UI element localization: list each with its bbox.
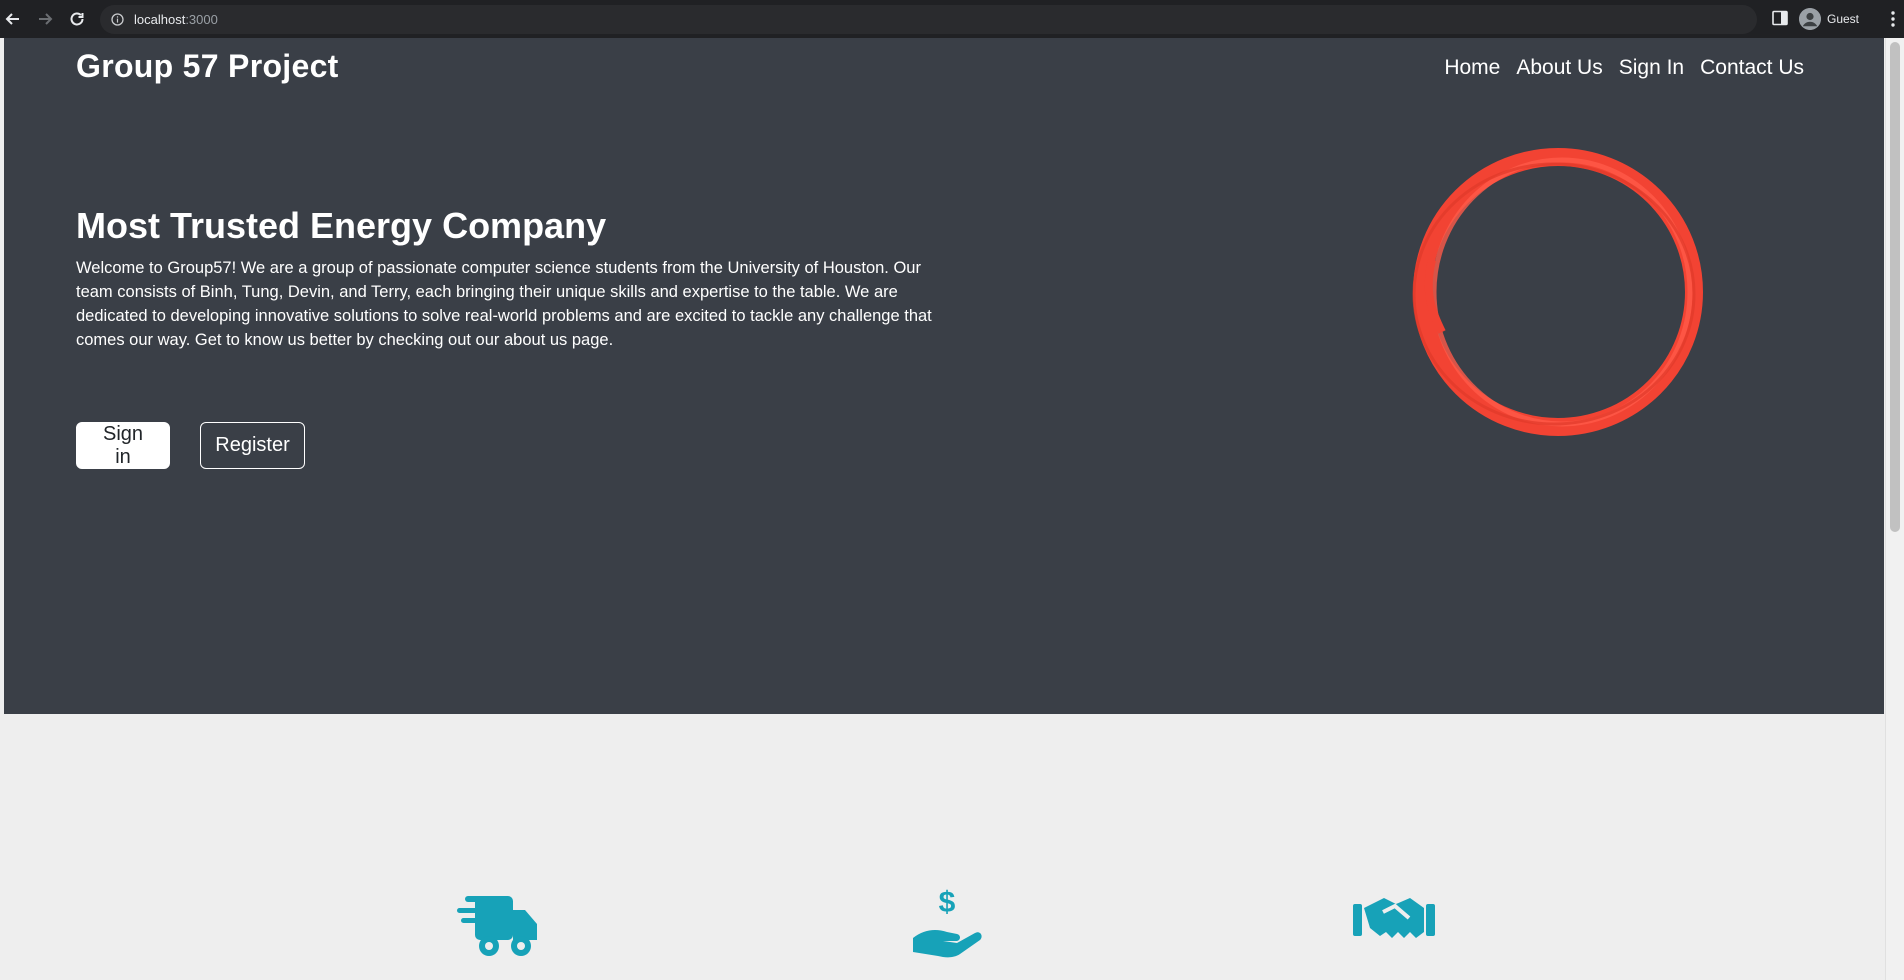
top-nav: Home About Us Sign In Contact Us [1444,56,1804,80]
handshake-icon [1353,898,1435,938]
register-button[interactable]: Register [200,422,305,469]
url-text: localhost:3000 [134,12,218,27]
nav-contact-us[interactable]: Contact Us [1700,56,1804,80]
forward-icon[interactable] [34,8,56,30]
sign-in-button[interactable]: Sign in [76,422,170,469]
svg-text:$: $ [939,886,956,919]
avatar-icon [1799,8,1821,30]
nav-about-us[interactable]: About Us [1516,56,1602,80]
address-bar[interactable]: localhost:3000 [100,5,1757,34]
menu-kebab-icon[interactable] [1888,9,1898,29]
hero-section: Group 57 Project Home About Us Sign In C… [4,38,1884,714]
features-section: $ [4,714,1884,980]
truck-icon [457,896,537,956]
nav-sign-in[interactable]: Sign In [1619,56,1684,80]
side-panel-icon[interactable] [1772,10,1788,26]
vertical-scrollbar[interactable] [1885,38,1904,980]
nav-home[interactable]: Home [1444,56,1500,80]
red-brush-ring-graphic [1412,148,1703,436]
reload-icon[interactable] [66,8,88,30]
hand-dollar-icon: $ [913,886,982,958]
hero-title: Most Trusted Energy Company [76,205,607,246]
scrollbar-thumb[interactable] [1890,42,1900,532]
page-viewport: Group 57 Project Home About Us Sign In C… [0,38,1904,980]
profile-button[interactable]: Guest [1799,6,1859,32]
site-brand[interactable]: Group 57 Project [76,48,339,85]
hero-description: Welcome to Group57! We are a group of pa… [76,259,932,349]
back-icon[interactable] [2,8,24,30]
browser-toolbar: localhost:3000 Guest [0,0,1904,38]
profile-label: Guest [1827,12,1860,26]
info-icon[interactable] [111,13,124,26]
